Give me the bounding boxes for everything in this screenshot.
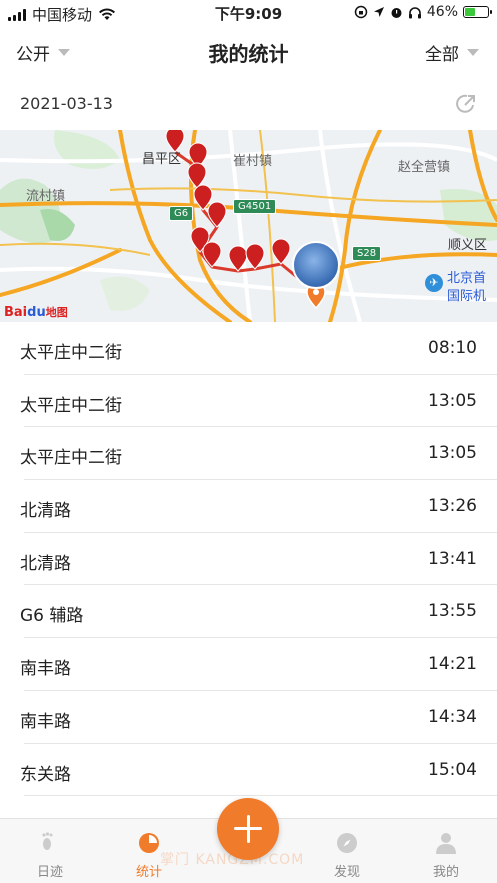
location-row[interactable]: 南丰路 14:21 — [0, 638, 497, 691]
status-bar: 中国移动 下午9:09 46% — [0, 0, 497, 26]
visibility-label: 公开 — [16, 45, 50, 65]
battery-icon — [463, 6, 492, 18]
baidu-map-logo: Baidu地图 — [4, 304, 68, 320]
location-name: 太平庄中二街 — [20, 395, 122, 416]
tab-profile[interactable]: 我的 — [411, 831, 481, 880]
location-time: 13:55 — [428, 601, 477, 622]
map-label-zhaoquanying: 赵全营镇 — [398, 160, 451, 175]
status-right: 46% — [354, 4, 492, 20]
location-name: 南丰路 — [20, 711, 71, 732]
location-name: 东关路 — [20, 764, 71, 785]
location-time: 08:10 — [428, 338, 477, 358]
visibility-dropdown[interactable]: 公开 — [16, 40, 70, 65]
route-marker — [202, 241, 222, 268]
location-row[interactable]: 东关路 15:04 — [0, 744, 497, 797]
filter-dropdown[interactable]: 全部 — [425, 40, 479, 65]
headphones-icon — [408, 6, 421, 18]
location-name: 北清路 — [20, 501, 71, 522]
carrier-name: 中国移动 — [32, 6, 93, 24]
location-time: 13:05 — [428, 390, 477, 411]
row-divider — [24, 795, 497, 797]
lock-rotation-icon — [354, 5, 368, 19]
location-row[interactable]: 太平庄中二街 08:10 — [0, 322, 497, 375]
logo-map: 地图 — [45, 306, 68, 319]
location-row[interactable]: 北清路 13:41 — [0, 533, 497, 586]
airplane-icon: ✈ — [425, 274, 443, 292]
plus-icon-vertical — [246, 815, 250, 843]
location-time: 14:21 — [428, 654, 477, 675]
location-row[interactable]: 北清路 13:26 — [0, 480, 497, 533]
location-name: 北清路 — [20, 553, 71, 574]
road-tag-g4501: G4501 — [233, 199, 277, 214]
tab-label: 统计 — [135, 865, 162, 880]
route-marker — [245, 243, 265, 270]
compass-icon — [337, 833, 357, 853]
location-name: G6 辅路 — [20, 606, 84, 627]
tab-footprint[interactable]: 日迹 — [15, 831, 85, 880]
person-icon — [436, 833, 456, 854]
logo-bai: Bai — [4, 305, 28, 320]
road-tag-s28: S28 — [352, 246, 382, 261]
location-name: 南丰路 — [20, 659, 71, 680]
page-title: 我的统计 — [208, 42, 289, 66]
route-map[interactable]: 昌平区 崔村镇 流村镇 赵全营镇 顺义区 北京首 国际机 ✈ G6 G4501 … — [0, 130, 497, 322]
map-label-airport-1: 北京首 — [447, 271, 487, 286]
location-row[interactable]: 太平庄中二街 13:05 — [0, 427, 497, 481]
location-name: 太平庄中二街 — [20, 343, 122, 363]
location-time: 13:05 — [428, 443, 477, 464]
chevron-down-icon — [58, 49, 70, 56]
route-marker — [207, 201, 227, 228]
add-record-button[interactable] — [217, 798, 279, 860]
alarm-icon — [391, 7, 402, 18]
chevron-down-icon — [467, 49, 479, 56]
location-row[interactable]: G6 辅路 13:55 — [0, 585, 497, 639]
battery-percent: 46% — [426, 4, 458, 20]
date-label: 2021-03-13 — [20, 94, 113, 113]
signal-icon — [8, 8, 26, 21]
date-row: 2021-03-13 — [0, 78, 497, 128]
wifi-icon — [99, 8, 116, 20]
location-row[interactable]: 南丰路 14:34 — [0, 691, 497, 744]
location-time: 14:34 — [428, 706, 477, 727]
navigation-bar: 公开 我的统计 全部 — [0, 26, 497, 78]
pie-chart-icon — [139, 833, 159, 853]
location-arrow-icon — [373, 7, 384, 17]
location-time: 13:41 — [428, 548, 477, 569]
map-label-cuicun: 崔村镇 — [233, 154, 273, 169]
location-row[interactable]: 太平庄中二街 13:05 — [0, 375, 497, 428]
map-label-shunyi: 顺义区 — [448, 238, 488, 253]
road-tag-g6: G6 — [169, 206, 194, 221]
map-label-airport-2: 国际机 — [447, 289, 487, 304]
location-time: 15:04 — [428, 759, 477, 780]
map-label-changping: 昌平区 — [142, 152, 182, 167]
tab-discover[interactable]: 发现 — [312, 831, 382, 880]
tab-label: 我的 — [432, 865, 459, 880]
logo-du: du — [27, 305, 46, 320]
footprint-icon — [42, 832, 53, 850]
avatar — [292, 241, 340, 289]
location-time: 13:26 — [428, 496, 477, 517]
route-marker — [271, 238, 291, 265]
filter-label: 全部 — [425, 45, 459, 65]
share-icon[interactable] — [455, 93, 477, 115]
tab-label: 日迹 — [36, 865, 63, 880]
tab-label: 发现 — [333, 865, 360, 880]
map-label-liucun: 流村镇 — [26, 189, 66, 204]
status-left: 中国移动 — [8, 4, 116, 25]
location-name: 太平庄中二街 — [20, 448, 122, 469]
location-list: 太平庄中二街 08:10 太平庄中二街 13:05 太平庄中二街 13:05 北清路 13:2… — [0, 322, 497, 797]
